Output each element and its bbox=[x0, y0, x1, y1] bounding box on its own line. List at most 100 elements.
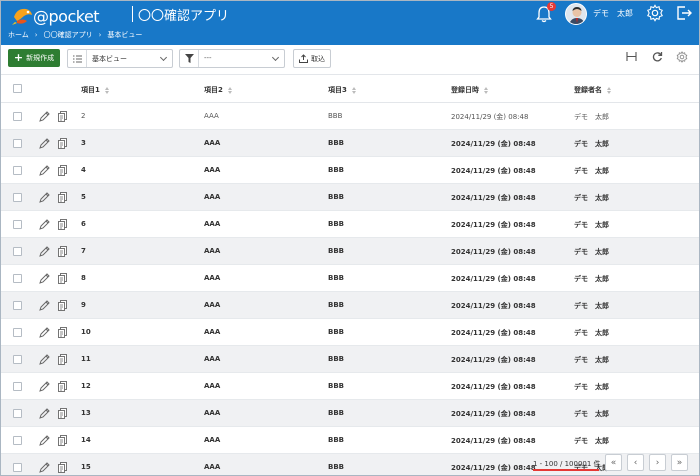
row-checkbox[interactable] bbox=[13, 139, 22, 148]
table-cell: 2024/11/29 (金) 08:48 bbox=[451, 221, 536, 229]
refresh-icon[interactable] bbox=[652, 51, 663, 62]
edit-pencil-icon[interactable] bbox=[39, 192, 50, 203]
row-checkbox[interactable] bbox=[13, 274, 22, 283]
row-checkbox[interactable] bbox=[13, 166, 22, 175]
import-button[interactable]: 取込 bbox=[293, 49, 331, 68]
copy-document-icon[interactable] bbox=[58, 381, 67, 392]
view-select[interactable]: 基本ビュー bbox=[67, 49, 173, 68]
column-header[interactable]: 項目2 bbox=[204, 85, 232, 95]
row-checkbox[interactable] bbox=[13, 247, 22, 256]
next-page-icon[interactable]: › bbox=[649, 454, 666, 471]
edit-pencil-icon[interactable] bbox=[39, 327, 50, 338]
table-row[interactable]: 9 AAA BBB 2024/11/29 (金) 08:48 デモ 太郎 bbox=[1, 292, 699, 319]
table-row[interactable]: 7 AAA BBB 2024/11/29 (金) 08:48 デモ 太郎 bbox=[1, 238, 699, 265]
breadcrumb-home[interactable]: ホーム bbox=[8, 30, 29, 40]
table-cell: デモ 太郎 bbox=[574, 302, 609, 310]
row-checkbox[interactable] bbox=[13, 463, 22, 472]
table-cell: BBB bbox=[328, 220, 345, 228]
row-checkbox[interactable] bbox=[13, 355, 22, 364]
copy-document-icon[interactable] bbox=[58, 111, 67, 122]
prev-page-icon[interactable]: ‹ bbox=[627, 454, 644, 471]
copy-document-icon[interactable] bbox=[58, 219, 67, 230]
edit-pencil-icon[interactable] bbox=[39, 138, 50, 149]
table-row[interactable]: 3 AAA BBB 2024/11/29 (金) 08:48 デモ 太郎 bbox=[1, 130, 699, 157]
table-cell: 2024/11/29 (金) 08:48 bbox=[451, 140, 536, 148]
table-cell: BBB bbox=[328, 355, 345, 363]
new-record-label: 新規作成 bbox=[26, 54, 55, 62]
pocket-logo[interactable]: @pocket bbox=[11, 5, 101, 27]
table-row[interactable]: 2 AAA BBB 2024/11/29 (金) 08:48 デモ 太郎 bbox=[1, 103, 699, 130]
edit-pencil-icon[interactable] bbox=[39, 300, 50, 311]
table-cell: デモ 太郎 bbox=[574, 329, 609, 337]
edit-pencil-icon[interactable] bbox=[39, 165, 50, 176]
table-row[interactable]: 11 AAA BBB 2024/11/29 (金) 08:48 デモ 太郎 bbox=[1, 346, 699, 373]
table-cell: AAA bbox=[204, 166, 221, 174]
user-name[interactable]: デモ 太郎 bbox=[593, 8, 633, 19]
table-row[interactable]: 4 AAA BBB 2024/11/29 (金) 08:48 デモ 太郎 bbox=[1, 157, 699, 184]
table-row[interactable]: 6 AAA BBB 2024/11/29 (金) 08:48 デモ 太郎 bbox=[1, 211, 699, 238]
settings-icon[interactable] bbox=[676, 51, 688, 63]
edit-pencil-icon[interactable] bbox=[39, 381, 50, 392]
edit-pencil-icon[interactable] bbox=[39, 111, 50, 122]
table-cell: BBB bbox=[328, 328, 345, 336]
last-page-icon[interactable]: » bbox=[671, 454, 688, 471]
row-checkbox[interactable] bbox=[13, 409, 22, 418]
table-row[interactable]: 13 AAA BBB 2024/11/29 (金) 08:48 デモ 太郎 bbox=[1, 400, 699, 427]
row-checkbox[interactable] bbox=[13, 328, 22, 337]
table-cell: 2024/11/29 (金) 08:48 bbox=[451, 113, 529, 121]
avatar[interactable] bbox=[565, 3, 587, 25]
first-page-icon[interactable]: « bbox=[605, 454, 622, 471]
column-header[interactable]: 登録日時 bbox=[451, 85, 488, 95]
edit-pencil-icon[interactable] bbox=[39, 219, 50, 230]
copy-document-icon[interactable] bbox=[58, 327, 67, 338]
row-height-icon[interactable] bbox=[626, 51, 637, 62]
column-header[interactable]: 項目1 bbox=[81, 85, 109, 95]
table-cell: デモ 太郎 bbox=[574, 410, 609, 418]
gear-icon[interactable] bbox=[646, 4, 664, 22]
table-row[interactable]: 12 AAA BBB 2024/11/29 (金) 08:48 デモ 太郎 bbox=[1, 373, 699, 400]
row-checkbox[interactable] bbox=[13, 436, 22, 445]
upload-icon bbox=[299, 54, 308, 63]
copy-document-icon[interactable] bbox=[58, 246, 67, 257]
table-cell: AAA bbox=[204, 220, 221, 228]
edit-pencil-icon[interactable] bbox=[39, 408, 50, 419]
table-row[interactable]: 14 AAA BBB 2024/11/29 (金) 08:48 デモ 太郎 bbox=[1, 427, 699, 454]
copy-document-icon[interactable] bbox=[58, 165, 67, 176]
table-row[interactable]: 8 AAA BBB 2024/11/29 (金) 08:48 デモ 太郎 bbox=[1, 265, 699, 292]
filter-select[interactable]: --- bbox=[179, 49, 285, 68]
column-header[interactable]: 項目3 bbox=[328, 85, 356, 95]
table-cell: BBB bbox=[328, 463, 345, 471]
breadcrumb-app[interactable]: 〇〇確認アプリ bbox=[44, 30, 93, 40]
row-checkbox[interactable] bbox=[13, 112, 22, 121]
copy-document-icon[interactable] bbox=[58, 354, 67, 365]
copy-document-icon[interactable] bbox=[58, 138, 67, 149]
edit-pencil-icon[interactable] bbox=[39, 354, 50, 365]
app-header: @pocket 〇〇確認アプリ ホーム › 〇〇確認アプリ › 基本ビュー 5 … bbox=[1, 1, 699, 45]
table-cell: 7 bbox=[81, 247, 86, 255]
edit-pencil-icon[interactable] bbox=[39, 435, 50, 446]
logout-icon[interactable] bbox=[676, 5, 692, 21]
row-checkbox[interactable] bbox=[13, 193, 22, 202]
table-cell: AAA bbox=[204, 382, 221, 390]
new-record-button[interactable]: + 新規作成 bbox=[8, 49, 60, 67]
table-cell: 2024/11/29 (金) 08:48 bbox=[451, 410, 536, 418]
row-checkbox[interactable] bbox=[13, 382, 22, 391]
copy-document-icon[interactable] bbox=[58, 300, 67, 311]
edit-pencil-icon[interactable] bbox=[39, 273, 50, 284]
copy-document-icon[interactable] bbox=[58, 192, 67, 203]
pagination-info: 1 - 100 / 100001 件 bbox=[533, 460, 601, 468]
row-checkbox[interactable] bbox=[13, 301, 22, 310]
table-row[interactable]: 5 AAA BBB 2024/11/29 (金) 08:48 デモ 太郎 bbox=[1, 184, 699, 211]
app-title: 〇〇確認アプリ bbox=[138, 9, 230, 24]
select-all-checkbox[interactable] bbox=[13, 84, 22, 93]
row-checkbox[interactable] bbox=[13, 220, 22, 229]
column-header[interactable]: 登録者名 bbox=[574, 85, 611, 95]
edit-pencil-icon[interactable] bbox=[39, 462, 50, 473]
copy-document-icon[interactable] bbox=[58, 273, 67, 284]
copy-document-icon[interactable] bbox=[58, 435, 67, 446]
edit-pencil-icon[interactable] bbox=[39, 246, 50, 257]
copy-document-icon[interactable] bbox=[58, 408, 67, 419]
copy-document-icon[interactable] bbox=[58, 462, 67, 473]
table-cell: 2024/11/29 (金) 08:48 bbox=[451, 383, 536, 391]
table-row[interactable]: 10 AAA BBB 2024/11/29 (金) 08:48 デモ 太郎 bbox=[1, 319, 699, 346]
